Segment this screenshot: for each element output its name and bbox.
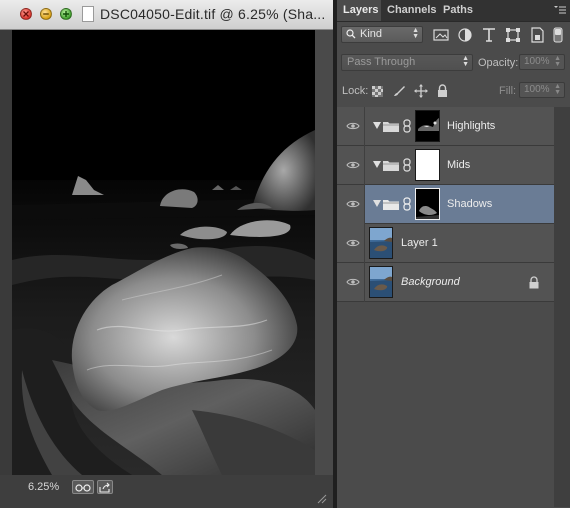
lock-position-icon[interactable]: [414, 84, 428, 98]
share-button[interactable]: [97, 480, 113, 494]
highlights-mask-image: [418, 118, 439, 131]
eye-icon: [346, 200, 360, 208]
link-chain-icon[interactable]: [403, 119, 411, 133]
layer-mask-thumbnail[interactable]: [415, 110, 440, 142]
minimize-window-button[interactable]: [40, 8, 52, 20]
folder-icon: [383, 122, 399, 132]
visibility-toggle[interactable]: [337, 224, 365, 263]
lock-all-icon[interactable]: [437, 84, 448, 98]
visibility-toggle[interactable]: [337, 263, 365, 302]
visibility-toggle[interactable]: [337, 146, 365, 185]
link-chain-icon[interactable]: [403, 197, 411, 211]
layer-mask-thumbnail[interactable]: [415, 188, 440, 220]
document-proxy-icon[interactable]: [82, 6, 94, 22]
resize-grip-icon[interactable]: [315, 492, 327, 504]
lock-image-pixels-icon[interactable]: [392, 84, 406, 98]
eye-icon: [346, 278, 360, 286]
layer-row-layer-1[interactable]: Layer 1: [337, 224, 554, 263]
adjustment-filter-icon[interactable]: [457, 27, 473, 43]
image-filter-icon[interactable]: [433, 27, 449, 43]
document-window: DSC04050-Edit.tif @ 6.25% (Sha... 6.25%: [0, 0, 333, 508]
smart-object-filter-icon[interactable]: [529, 27, 545, 43]
filter-kind-select[interactable]: Kind ▲ ▼: [341, 26, 423, 43]
vertical-scroll-area[interactable]: [315, 30, 333, 475]
layer-thumbnail[interactable]: [369, 266, 393, 298]
layers-panel: Layers Channels Paths Kind ▲ ▼ Pass Throu…: [337, 0, 570, 508]
lock-icon: [529, 276, 539, 289]
layer-name[interactable]: Layer 1: [401, 237, 438, 249]
tab-channels[interactable]: Channels: [381, 0, 437, 21]
minimize-icon: [43, 13, 49, 15]
share-icon: [99, 482, 110, 493]
shape-filter-icon[interactable]: [505, 27, 521, 43]
folder-icon: [383, 161, 399, 171]
tab-paths[interactable]: Paths: [437, 0, 477, 21]
layer-row-shadows[interactable]: Shadows: [337, 185, 554, 224]
panel-menu-icon[interactable]: [554, 5, 566, 15]
dropdown-arrow-icon: ▲ ▼: [554, 83, 561, 96]
layer-row-highlights[interactable]: Highlights: [337, 107, 554, 146]
panel-tabbar: Layers Channels Paths: [337, 0, 570, 22]
lock-row: Lock: Fill: 100% ▲ ▼: [337, 80, 570, 104]
document-titlebar[interactable]: DSC04050-Edit.tif @ 6.25% (Sha...: [0, 0, 333, 30]
blend-row: Pass Through ▲ ▼ Opacity: 100% ▲ ▼: [337, 52, 570, 76]
doc-info-button[interactable]: [72, 480, 94, 494]
close-window-button[interactable]: [20, 8, 32, 20]
opacity-field[interactable]: 100% ▲ ▼: [519, 54, 565, 70]
status-bar: 6.25%: [0, 475, 333, 508]
filter-row: Kind ▲ ▼: [337, 22, 570, 48]
updown-arrows-icon: ▲ ▼: [462, 55, 469, 68]
opacity-label: Opacity:: [478, 57, 519, 69]
eye-icon: [346, 239, 360, 247]
seascape-thumbnail-image: [370, 267, 392, 297]
expand-triangle-icon[interactable]: [373, 122, 381, 129]
layer-name[interactable]: Background: [401, 276, 460, 288]
blend-mode-select[interactable]: Pass Through ▲ ▼: [341, 54, 473, 71]
layers-scrollbar[interactable]: [554, 107, 570, 507]
layer-row-background[interactable]: Background: [337, 263, 554, 302]
search-icon: [346, 29, 356, 39]
layer-name[interactable]: Shadows: [447, 198, 492, 210]
opacity-value: 100%: [524, 56, 550, 67]
expand-triangle-icon[interactable]: [373, 161, 381, 168]
plus-icon: [63, 11, 69, 17]
close-icon: [23, 11, 29, 17]
expand-triangle-icon[interactable]: [373, 200, 381, 207]
type-filter-icon[interactable]: [481, 27, 497, 43]
updown-arrows-icon: ▲ ▼: [412, 27, 419, 40]
document-title: DSC04050-Edit.tif @ 6.25% (Sha...: [100, 6, 326, 22]
image-canvas[interactable]: [12, 30, 315, 475]
fill-value: 100%: [524, 84, 550, 95]
visibility-toggle[interactable]: [337, 185, 365, 224]
glasses-icon: [75, 484, 91, 492]
layer-name[interactable]: Mids: [447, 159, 470, 171]
shadows-mask-image: [416, 206, 439, 219]
zoom-window-button[interactable]: [60, 8, 72, 20]
blend-mode-value: Pass Through: [347, 56, 416, 68]
fill-field[interactable]: 100% ▲ ▼: [519, 82, 565, 98]
filter-kind-label: Kind: [360, 28, 383, 40]
lock-transparent-pixels-icon[interactable]: [372, 86, 383, 97]
dropdown-arrow-icon: ▲ ▼: [554, 55, 561, 68]
layer-thumbnail[interactable]: [369, 227, 393, 259]
visibility-toggle[interactable]: [337, 107, 365, 146]
tab-layers[interactable]: Layers: [337, 0, 381, 21]
layer-mask-thumbnail[interactable]: [415, 149, 440, 181]
link-chain-icon[interactable]: [403, 158, 411, 172]
layer-name[interactable]: Highlights: [447, 120, 495, 132]
layer-row-mids[interactable]: Mids: [337, 146, 554, 185]
layers-list: Highlights Mids Shadows Layer 1 Backgrou…: [337, 107, 570, 507]
seascape-thumbnail-image: [370, 228, 392, 258]
fill-label: Fill:: [499, 85, 517, 97]
lock-label: Lock:: [342, 85, 369, 97]
eye-icon: [346, 122, 360, 130]
folder-icon: [383, 200, 399, 210]
eye-icon: [346, 161, 360, 169]
zoom-level[interactable]: 6.25%: [28, 481, 59, 493]
rock-seascape-image: [12, 30, 315, 475]
filter-toggle-icon[interactable]: [552, 27, 564, 43]
